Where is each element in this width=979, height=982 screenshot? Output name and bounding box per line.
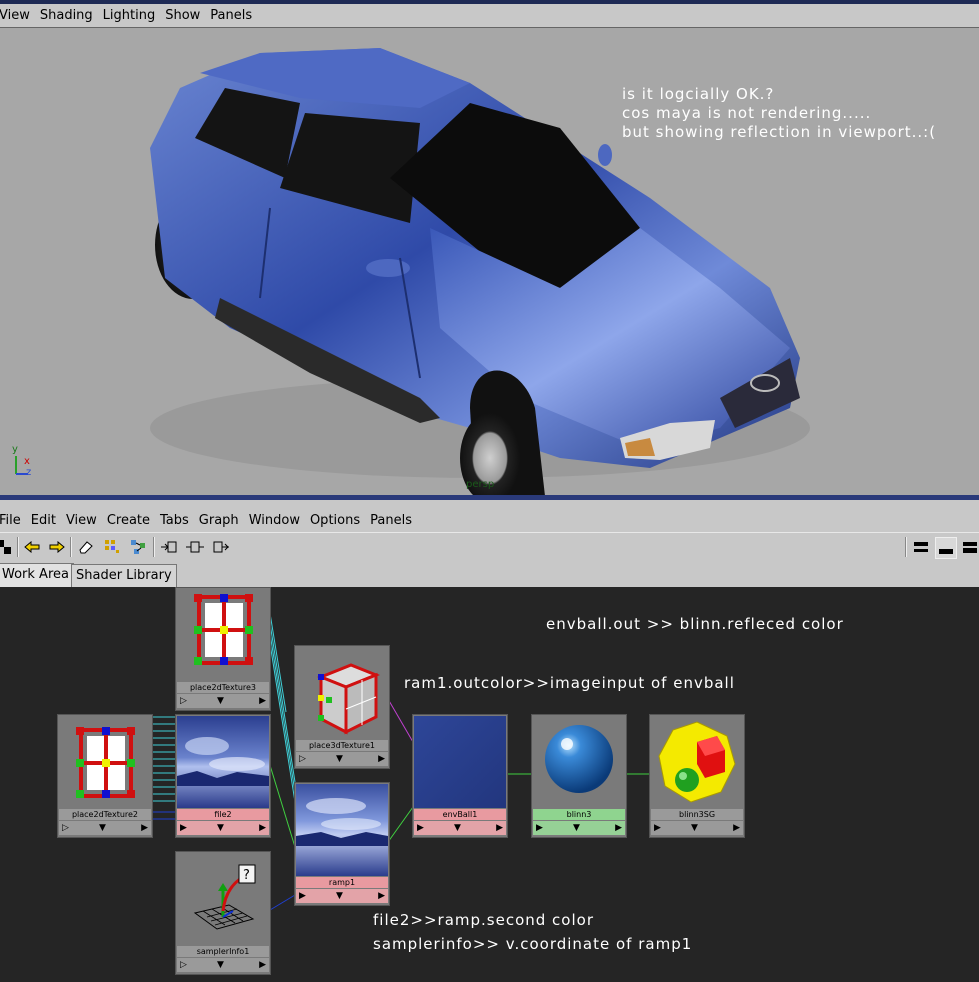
- axis-z-label: z: [26, 467, 32, 478]
- toolbar-separator: [70, 537, 72, 557]
- node-ramp1[interactable]: ramp1 ▶ ▼ ▶: [294, 782, 390, 906]
- place2d-texture-icon: [59, 716, 151, 808]
- menu-create[interactable]: Create: [102, 513, 155, 528]
- place2d-texture-icon: [177, 589, 269, 681]
- ramp-texture-swatch: [296, 784, 388, 876]
- menu-tabs[interactable]: Tabs: [155, 513, 194, 528]
- layout-top-icon[interactable]: [911, 537, 931, 557]
- node-samplerInfo1[interactable]: ? samplerInfo1 ▷ ▼ ▶: [175, 851, 271, 975]
- input-connections-icon[interactable]: [159, 537, 179, 557]
- menu-show[interactable]: Show: [160, 8, 205, 23]
- envball-swatch: [414, 716, 506, 808]
- graph-note-sampler: samplerinfo>> v.coordinate of ramp1: [373, 935, 693, 953]
- toolbar-separator: [153, 537, 155, 557]
- node-port-bar[interactable]: ▷ ▼ ▶: [59, 821, 151, 835]
- node-port-bar[interactable]: ▷ ▼ ▶: [177, 958, 269, 972]
- tab-work-area[interactable]: Work Area: [0, 563, 74, 587]
- layout-bottom-icon[interactable]: [935, 537, 957, 559]
- node-blinn3SG[interactable]: blinn3SG ▶ ▼ ▶: [649, 714, 745, 838]
- toolbar-separator: [17, 537, 19, 557]
- node-label: place2dTexture2: [59, 809, 151, 820]
- perspective-viewport[interactable]: is it logcially OK.? cos maya is not ren…: [0, 27, 979, 496]
- car-model-render: [150, 48, 810, 496]
- graph-note-ramp: ram1.outcolor>>imageinput of envball: [404, 674, 735, 692]
- output-connections-icon[interactable]: [211, 537, 231, 557]
- node-label: blinn3SG: [651, 809, 743, 820]
- layout-split-icon[interactable]: [960, 537, 979, 557]
- menu-lighting[interactable]: Lighting: [98, 8, 161, 23]
- node-port-bar[interactable]: ▷ ▼ ▶: [177, 694, 269, 708]
- node-label: samplerInfo1: [177, 946, 269, 957]
- hypershade-toolbar: [0, 532, 979, 562]
- file-texture-swatch: [177, 716, 269, 808]
- viewport-note-2: cos maya is not rendering.....: [622, 104, 872, 122]
- axis-y-label: y: [12, 444, 18, 455]
- node-label: ramp1: [296, 877, 388, 888]
- tab-shader-library[interactable]: Shader Library: [71, 564, 177, 587]
- node-label: place2dTexture3: [177, 682, 269, 693]
- node-file2[interactable]: file2 ▶ ▼ ▶: [175, 714, 271, 838]
- menu-options[interactable]: Options: [305, 513, 365, 528]
- node-label: envBall1: [414, 809, 506, 820]
- menu-file[interactable]: File: [0, 513, 26, 528]
- node-label: file2: [177, 809, 269, 820]
- node-place2dTexture2[interactable]: place2dTexture2 ▷ ▼ ▶: [57, 714, 153, 838]
- node-place2dTexture3[interactable]: place2dTexture3 ▷ ▼ ▶: [175, 587, 271, 711]
- svg-text:?: ?: [243, 868, 250, 883]
- camera-label: persp: [466, 479, 495, 490]
- viewport-note-1: is it logcially OK.?: [622, 85, 775, 103]
- viewport-menubar: View Shading Lighting Show Panels: [0, 4, 979, 26]
- menu-panels-hs[interactable]: Panels: [365, 513, 417, 528]
- graph-note-envball: envball.out >> blinn.refleced color: [546, 615, 844, 633]
- forward-arrow-icon[interactable]: [47, 537, 67, 557]
- menu-view[interactable]: View: [0, 8, 35, 23]
- sampler-info-icon: ?: [177, 853, 269, 945]
- node-graph-area[interactable]: place2dTexture3 ▷ ▼ ▶ place3dTexture1 ▷ ▼ ▶ …: [0, 587, 979, 982]
- eraser-icon[interactable]: [76, 537, 96, 557]
- input-output-connections-icon[interactable]: [185, 537, 205, 557]
- toolbar-separator: [905, 537, 907, 557]
- node-port-bar[interactable]: ▶ ▼ ▶: [296, 889, 388, 903]
- axis-x-label: x: [24, 456, 30, 467]
- node-label: blinn3: [533, 809, 625, 820]
- back-arrow-icon[interactable]: [22, 537, 42, 557]
- viewport-note-3: but showing reflection in viewport..:(: [622, 123, 937, 141]
- graph-network-icon[interactable]: [128, 537, 148, 557]
- toggle-panel-icon[interactable]: [0, 537, 14, 557]
- node-port-bar[interactable]: ▶ ▼ ▶: [651, 821, 743, 835]
- panel-divider[interactable]: [0, 495, 979, 500]
- node-envBall1[interactable]: envBall1 ▶ ▼ ▶: [412, 714, 508, 838]
- node-label: place3dTexture1: [296, 740, 388, 751]
- blinn-sphere-swatch: [533, 716, 625, 808]
- menu-graph[interactable]: Graph: [194, 513, 244, 528]
- node-blinn3[interactable]: blinn3 ▶ ▼ ▶: [531, 714, 627, 838]
- menu-window[interactable]: Window: [244, 513, 305, 528]
- menu-shading[interactable]: Shading: [35, 8, 98, 23]
- axis-gizmo: y x z: [10, 444, 40, 478]
- node-place3dTexture1[interactable]: place3dTexture1 ▷ ▼ ▶: [294, 645, 390, 769]
- menu-view-hs[interactable]: View: [61, 513, 102, 528]
- node-port-bar[interactable]: ▶ ▼ ▶: [177, 821, 269, 835]
- node-port-bar[interactable]: ▶ ▼ ▶: [414, 821, 506, 835]
- hypershade-menubar: File Edit View Create Tabs Graph Window …: [0, 509, 979, 531]
- shading-group-icon: [651, 716, 743, 808]
- menu-panels[interactable]: Panels: [205, 8, 257, 23]
- node-port-bar[interactable]: ▷ ▼ ▶: [296, 752, 388, 766]
- node-port-bar[interactable]: ▶ ▼ ▶: [533, 821, 625, 835]
- graph-note-file: file2>>ramp.second color: [373, 911, 594, 929]
- menu-edit[interactable]: Edit: [26, 513, 61, 528]
- hypershade-tabs: Work Area Shader Library: [0, 561, 979, 587]
- place3d-texture-icon: [296, 647, 388, 739]
- graph-grid-icon[interactable]: [102, 537, 122, 557]
